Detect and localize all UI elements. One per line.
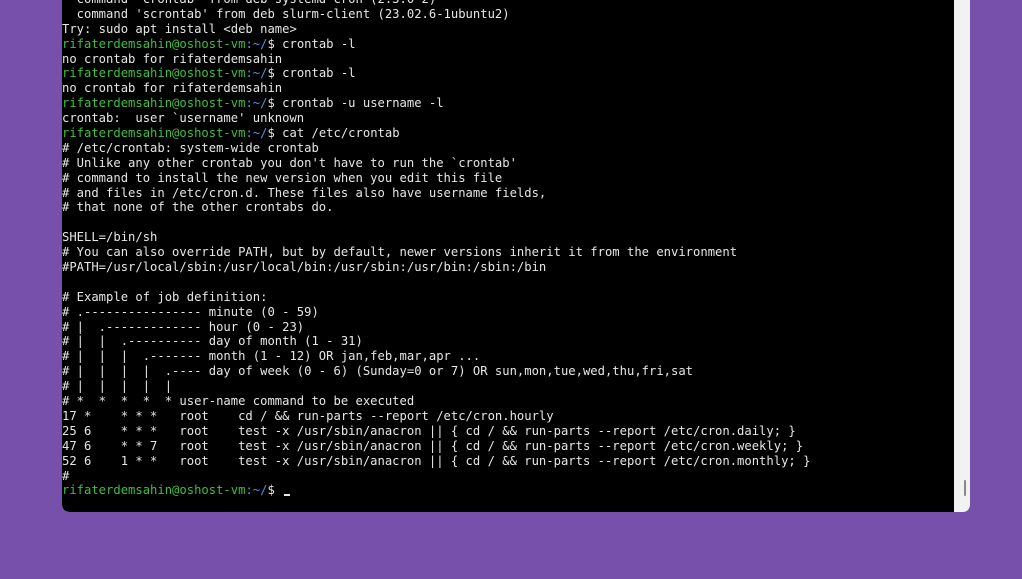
output-line: # and files in /etc/cron.d. These files … [62,185,547,200]
cursor [284,494,291,497]
output-line: Try: sudo apt install <deb name> [62,21,297,36]
command-text: crontab -l [282,36,356,51]
prompt-path: :~/ [245,36,268,51]
output-line: # that none of the other crontabs do. [62,200,334,215]
terminal-output[interactable]: command 'crontab' from deb systemd-cron … [62,0,954,512]
output-line: 52 6 1 * * root test -x /usr/sbin/anacro… [62,453,811,468]
command-text: crontab -u username -l [282,96,444,111]
output-line: # You can also override PATH, but by def… [62,245,738,260]
command-text: cat /etc/crontab [282,126,400,141]
output-line: # * * * * * user-name command to be exec… [62,394,415,409]
output-line: # Unlike any other crontab you don't hav… [62,155,517,170]
prompt-user-host: rifaterdemsahin@oshost-vm [62,36,246,51]
output-line: # | | | | | [62,379,173,394]
terminal-lines: command 'crontab' from deb systemd-cron … [62,0,810,498]
prompt-user-host: rifaterdemsahin@oshost-vm [62,96,246,111]
output-line: # | .------------- hour (0 - 23) [62,319,305,334]
output-line: crontab: user `username' unknown [62,111,305,126]
output-line: command 'scrontab' from deb slurm-client… [62,6,510,21]
prompt-path: :~/ [245,126,268,141]
output-line: # .---------------- minute (0 - 59) [62,304,319,319]
output-line: #PATH=/usr/local/sbin:/usr/local/bin:/us… [62,260,547,275]
output-line: # command to install the new version whe… [62,170,503,185]
prompt-line: rifaterdemsahin@oshost-vm:~/$ crontab -l [62,66,810,81]
prompt-user-host: rifaterdemsahin@oshost-vm [62,483,246,498]
prompt-user-host: rifaterdemsahin@oshost-vm [62,126,246,141]
prompt-line: rifaterdemsahin@oshost-vm:~/$ cat /etc/c… [62,126,810,141]
scrollbar-thumb[interactable] [964,480,966,496]
prompt-line: rifaterdemsahin@oshost-vm:~/$ [62,483,810,498]
command-text: crontab -l [282,66,356,81]
prompt-user-host: rifaterdemsahin@oshost-vm [62,66,246,81]
prompt-path: :~/ [245,483,268,498]
prompt-dollar: $ [267,96,283,111]
prompt-dollar: $ [267,66,283,81]
prompt-path: :~/ [245,66,268,81]
output-line: command 'crontab' from deb systemd-cron … [62,0,810,7]
output-line: 47 6 * * 7 root test -x /usr/sbin/anacro… [62,438,804,453]
output-line: # | | | | .---- day of week (0 - 6) (Sun… [62,364,694,379]
output-line: no crontab for rifaterdemsahin [62,51,283,66]
prompt-line: rifaterdemsahin@oshost-vm:~/$ crontab -u… [62,96,810,111]
output-line: # | | | .------- month (1 - 12) OR jan,f… [62,349,481,364]
output-line: # Example of job definition: [62,289,268,304]
output-line: 25 6 * * * root test -x /usr/sbin/anacro… [62,423,796,438]
output-line: # [62,468,70,483]
prompt-dollar: $ [267,126,283,141]
output-line: no crontab for rifaterdemsahin [62,81,283,96]
output-line: # | | .---------- day of month (1 - 31) [62,334,363,349]
prompt-dollar: $ [267,483,283,498]
output-line: SHELL=/bin/sh [62,230,158,245]
prompt-dollar: $ [267,36,283,51]
prompt-line: rifaterdemsahin@oshost-vm:~/$ crontab -l [62,37,810,52]
output-line: 17 * * * * root cd / && run-parts --repo… [62,408,554,423]
terminal-window[interactable]: command 'crontab' from deb systemd-cron … [62,0,970,512]
prompt-path: :~/ [245,96,268,111]
output-line: # /etc/crontab: system-wide crontab [62,140,319,155]
